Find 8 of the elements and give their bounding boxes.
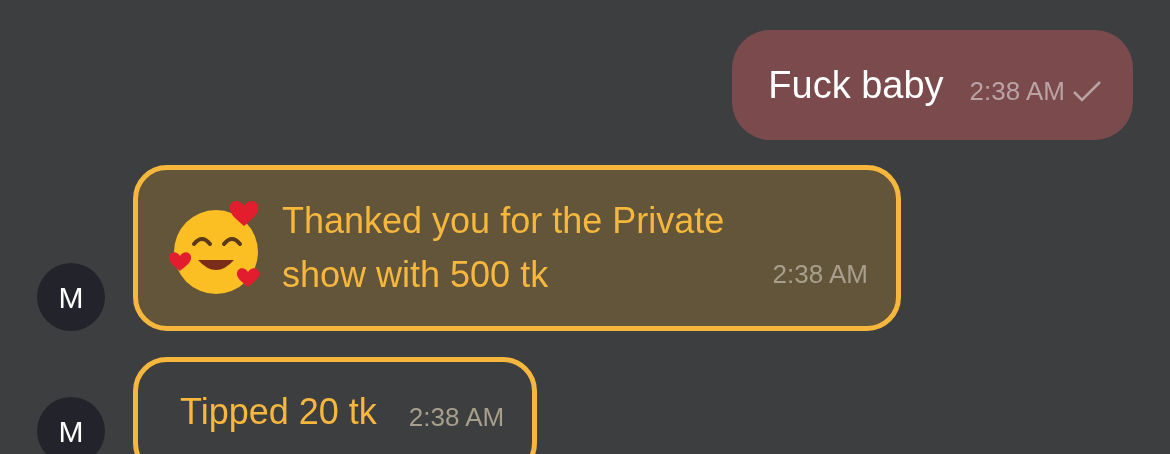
avatar[interactable]: M xyxy=(37,263,105,331)
message-time: 2:38 AM xyxy=(969,74,1065,108)
message-time: 2:38 AM xyxy=(408,401,505,434)
message-time: 2:38 AM xyxy=(772,258,868,291)
message-text: Tipped 20 tk xyxy=(180,390,377,434)
message-text: Thanked you for the Private show with 500 tk xyxy=(282,199,726,297)
message-text: Fuck baby xyxy=(768,62,944,108)
avatar[interactable]: M xyxy=(37,397,105,454)
